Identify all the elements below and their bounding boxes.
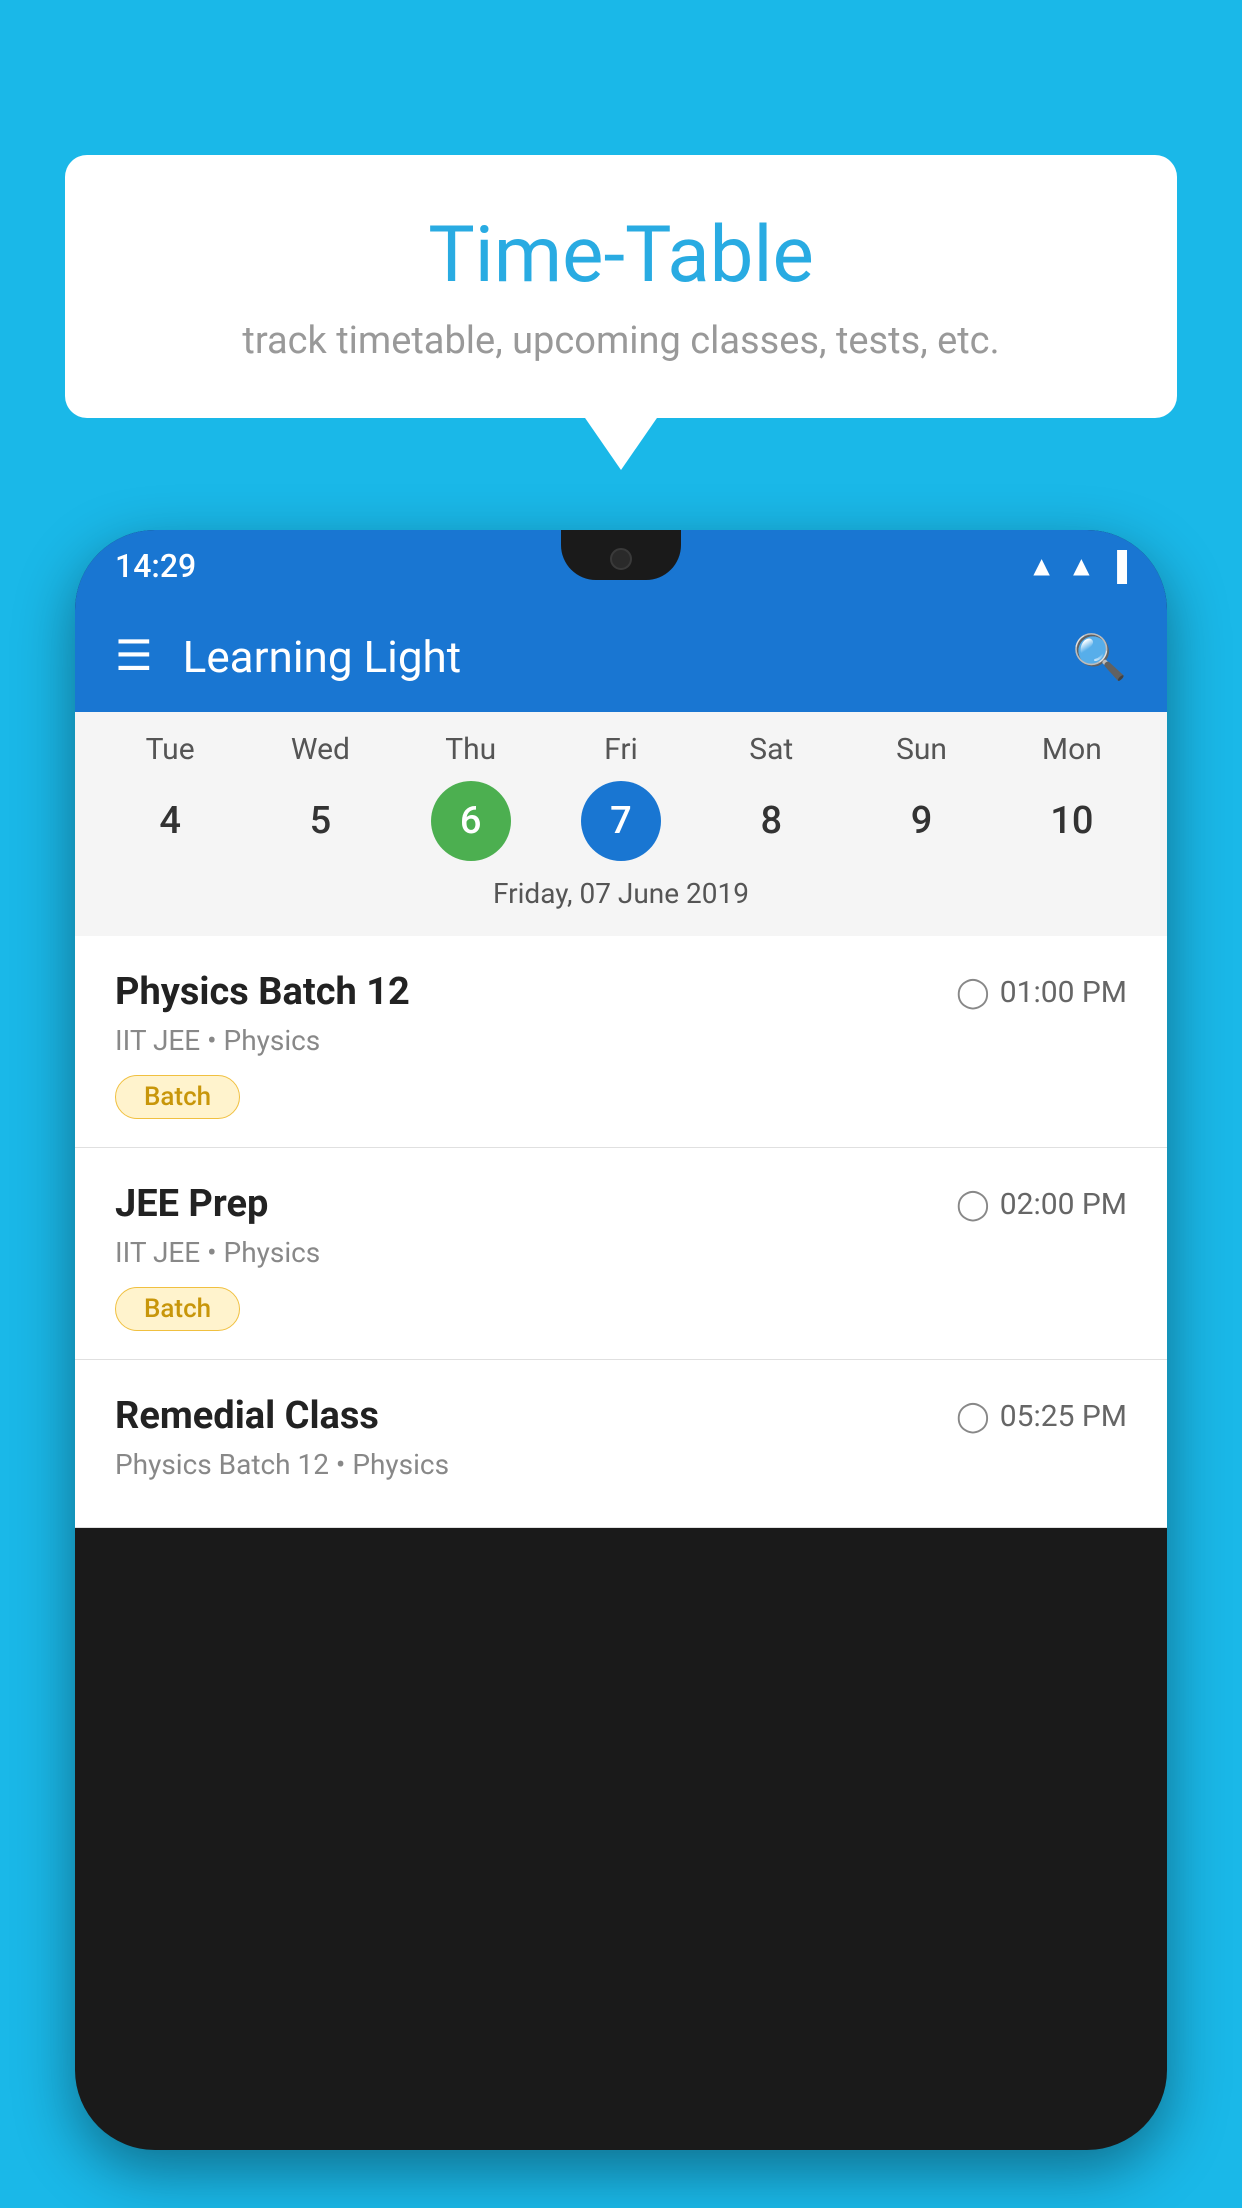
day-tue: Tue	[110, 732, 230, 767]
days-header: Tue Wed Thu Fri Sat Sun Mon	[75, 732, 1167, 767]
schedule-item-1[interactable]: Physics Batch 12 ◯ 01:00 PM IIT JEE • Ph…	[75, 936, 1167, 1148]
selected-date-label: Friday, 07 June 2019	[75, 877, 1167, 926]
date-9[interactable]: 9	[882, 781, 962, 861]
schedule-item-2-title: JEE Prep	[115, 1182, 268, 1226]
phone-notch	[561, 530, 681, 580]
speech-bubble-container: Time-Table track timetable, upcoming cla…	[65, 155, 1177, 418]
batch-badge-2: Batch	[115, 1287, 240, 1331]
schedule-item-1-time: ◯ 01:00 PM	[956, 975, 1127, 1010]
schedule-item-1-title: Physics Batch 12	[115, 970, 410, 1014]
schedule-item-1-sub: IIT JEE • Physics	[115, 1024, 1127, 1057]
date-6-today[interactable]: 6	[431, 781, 511, 861]
app-bar-title: Learning Light	[183, 631, 1073, 683]
date-10[interactable]: 10	[1032, 781, 1112, 861]
day-sun: Sun	[862, 732, 982, 767]
phone-frame: 14:29 ▲ ▲ ▐ ☰ Learning Light 🔍 Tue Wed T…	[75, 530, 1167, 2150]
phone-wrapper: 14:29 ▲ ▲ ▐ ☰ Learning Light 🔍 Tue Wed T…	[75, 530, 1167, 2208]
schedule-item-3-header: Remedial Class ◯ 05:25 PM	[115, 1394, 1127, 1438]
clock-icon-2: ◯	[956, 1187, 990, 1222]
status-time: 14:29	[115, 547, 196, 585]
day-wed: Wed	[260, 732, 380, 767]
schedule-item-3-title: Remedial Class	[115, 1394, 379, 1438]
days-numbers: 4 5 6 7 8 9 10	[75, 781, 1167, 861]
day-thu: Thu	[411, 732, 531, 767]
date-7-selected[interactable]: 7	[581, 781, 661, 861]
clock-icon-3: ◯	[956, 1399, 990, 1434]
status-icons: ▲ ▲ ▐	[1028, 550, 1127, 583]
day-mon: Mon	[1012, 732, 1132, 767]
day-sat: Sat	[711, 732, 831, 767]
wifi-icon: ▲	[1028, 550, 1056, 583]
clock-icon-1: ◯	[956, 975, 990, 1010]
search-icon[interactable]: 🔍	[1072, 631, 1127, 683]
batch-badge-1: Batch	[115, 1075, 240, 1119]
battery-icon: ▐	[1107, 550, 1127, 583]
schedule-item-2-header: JEE Prep ◯ 02:00 PM	[115, 1182, 1127, 1226]
menu-icon[interactable]: ☰	[115, 636, 153, 678]
date-4[interactable]: 4	[130, 781, 210, 861]
day-fri: Fri	[561, 732, 681, 767]
schedule-item-2-time: ◯ 02:00 PM	[956, 1187, 1127, 1222]
page-title: Time-Table	[125, 210, 1117, 301]
schedule-item-3-sub: Physics Batch 12 • Physics	[115, 1448, 1127, 1481]
calendar-strip: Tue Wed Thu Fri Sat Sun Mon 4 5 6 7 8 9 …	[75, 712, 1167, 936]
schedule-item-3-time: ◯ 05:25 PM	[956, 1399, 1127, 1434]
schedule-list: Physics Batch 12 ◯ 01:00 PM IIT JEE • Ph…	[75, 936, 1167, 1528]
camera-notch	[610, 548, 632, 570]
schedule-item-2-sub: IIT JEE • Physics	[115, 1236, 1127, 1269]
speech-bubble: Time-Table track timetable, upcoming cla…	[65, 155, 1177, 418]
date-5[interactable]: 5	[280, 781, 360, 861]
schedule-item-1-header: Physics Batch 12 ◯ 01:00 PM	[115, 970, 1127, 1014]
app-bar: ☰ Learning Light 🔍	[75, 602, 1167, 712]
schedule-item-3[interactable]: Remedial Class ◯ 05:25 PM Physics Batch …	[75, 1360, 1167, 1528]
date-8[interactable]: 8	[731, 781, 811, 861]
page-subtitle: track timetable, upcoming classes, tests…	[125, 319, 1117, 363]
signal-icon: ▲	[1067, 550, 1095, 583]
schedule-item-2[interactable]: JEE Prep ◯ 02:00 PM IIT JEE • Physics Ba…	[75, 1148, 1167, 1360]
